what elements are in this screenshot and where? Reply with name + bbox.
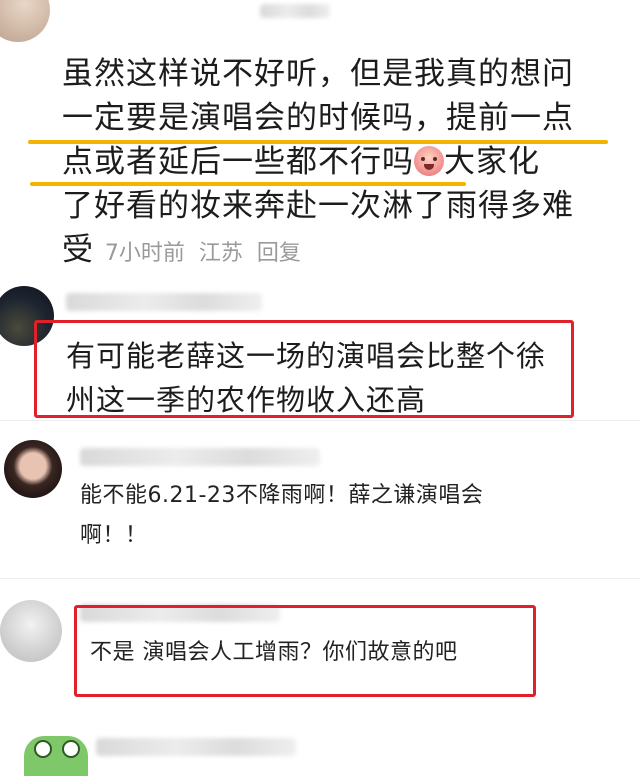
comment-time: 7小时前 bbox=[104, 241, 185, 266]
comment-line: 啊！！ bbox=[80, 523, 148, 548]
highlight-underline bbox=[30, 182, 466, 186]
comment-meta: 7小时前 江苏 回复 bbox=[105, 241, 315, 266]
comment-line: 虽然这样说不好听，但是我真的想问 bbox=[62, 56, 574, 92]
avatar-comment-3[interactable] bbox=[4, 440, 62, 498]
avatar-comment-4[interactable] bbox=[0, 600, 62, 662]
comment-location: 江苏 bbox=[198, 241, 243, 266]
username-blurred bbox=[66, 293, 262, 311]
comment-line: 大家化 bbox=[444, 144, 540, 180]
comment-1-text: 虽然这样说不好听，但是我真的想问 一定要是演唱会的时候吗，提前一点 点或者延后一… bbox=[62, 52, 622, 276]
avatar-eye-icon bbox=[62, 740, 80, 758]
divider bbox=[0, 578, 640, 579]
comment-line: 一定要是演唱会的时候吗，提前一点 bbox=[62, 100, 574, 136]
username-blurred bbox=[80, 448, 320, 466]
crying-face-emoji-icon bbox=[414, 146, 444, 176]
comment-line: 受 bbox=[62, 232, 94, 268]
comment-line: 州这一季的农作物收入还高 bbox=[66, 383, 427, 417]
highlight-underline bbox=[28, 140, 608, 144]
comment-line: 了好看的妆来奔赴一次淋了雨得多难 bbox=[62, 188, 574, 224]
username-blurred-top bbox=[260, 4, 330, 18]
divider bbox=[0, 420, 640, 421]
avatar-eye-icon bbox=[34, 740, 52, 758]
comment-line: 点或者延后一些都不行吗 bbox=[62, 144, 414, 180]
comment-line: 有可能老薛这一场的演唱会比整个徐 bbox=[66, 339, 547, 373]
comment-2-text: 有可能老薛这一场的演唱会比整个徐 州这一季的农作物收入还高 bbox=[66, 334, 586, 422]
comment-line: 能不能6.21-23不降雨啊！薛之谦演唱会 bbox=[80, 483, 484, 508]
avatar-bottom[interactable] bbox=[24, 736, 88, 776]
comment-line: 不是 演唱会人工增雨？你们故意的吧 bbox=[90, 640, 458, 665]
comment-4-text: 不是 演唱会人工增雨？你们故意的吧 bbox=[90, 636, 570, 670]
comment-3-text: 能不能6.21-23不降雨啊！薛之谦演唱会 啊！！ bbox=[80, 476, 600, 556]
username-blurred bbox=[96, 738, 296, 756]
reply-button[interactable]: 回复 bbox=[257, 241, 301, 266]
avatar-top[interactable] bbox=[0, 0, 50, 42]
